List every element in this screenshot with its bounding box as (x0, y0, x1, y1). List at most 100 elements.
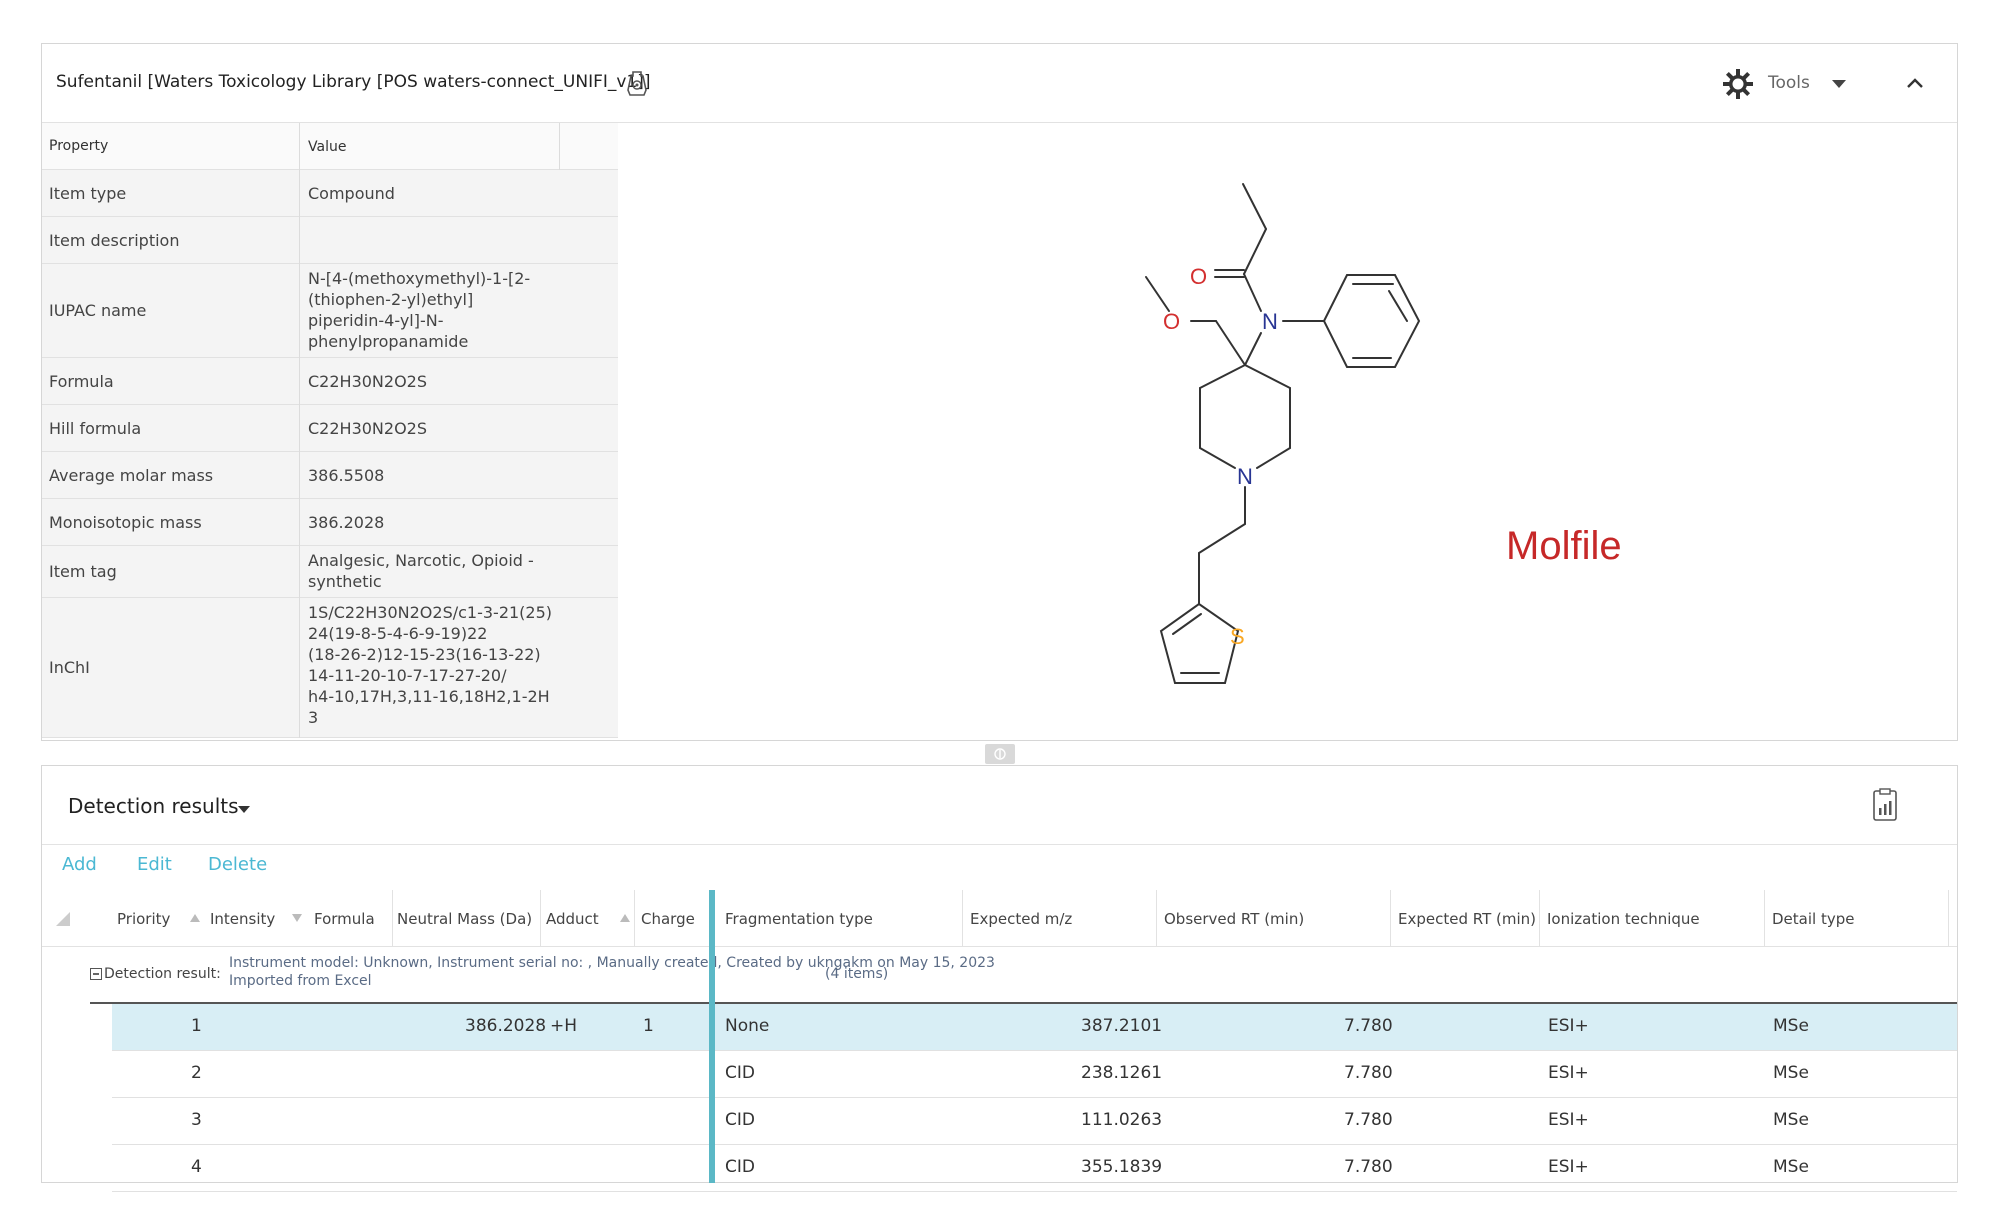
ionization-cell: ESI+ (1548, 1110, 1589, 1130)
oxygen-atom-label: O (1190, 264, 1207, 289)
edit-button[interactable]: Edit (137, 854, 172, 875)
ionization-cell: ESI+ (1548, 1063, 1589, 1083)
properties-header-row: Property Value (42, 123, 618, 170)
column-divider (1948, 890, 1949, 946)
sort-ascending-icon[interactable] (620, 914, 630, 922)
resize-handle-icon[interactable] (985, 744, 1015, 764)
property-key: Item description (49, 231, 180, 250)
table-row[interactable]: 2 CID 238.1261 7.780 ESI+ MSe (112, 1051, 1957, 1098)
sort-ascending-icon[interactable] (190, 914, 200, 922)
export-report-icon[interactable] (1872, 788, 1898, 822)
property-key: Monoisotopic mass (49, 513, 202, 532)
property-row-inchi: InChI 1S/C22H30N2O2S/c1-3-21(25) 24(19-8… (42, 598, 618, 738)
sort-descending-icon[interactable] (292, 914, 302, 922)
priority-cell: 1 (191, 1016, 202, 1036)
property-row-item-tag: Item tag Analgesic, Narcotic, Opioid - s… (42, 546, 618, 598)
property-row-item-description: Item description (42, 217, 618, 264)
charge-cell: 1 (643, 1016, 654, 1036)
nitrogen-atom-label: N (1237, 464, 1253, 489)
chevron-down-icon[interactable] (238, 806, 250, 813)
value-column-header[interactable]: Value (308, 137, 558, 158)
property-value: 1S/C22H30N2O2S/c1-3-21(25) 24(19-8-5-4-6… (308, 603, 553, 727)
property-row-monoisotopic-mass: Monoisotopic mass 386.2028 (42, 499, 618, 546)
chevron-down-icon[interactable] (1832, 80, 1846, 88)
fragmentation-type-cell: None (725, 1016, 770, 1036)
column-divider (1764, 890, 1765, 946)
neutral-mass-cell: 386.2028 (465, 1016, 547, 1036)
ionization-technique-column-header[interactable]: Ionization technique (1547, 910, 1700, 928)
compound-panel: Sufentanil [Waters Toxicology Library [P… (41, 43, 1958, 741)
compound-panel-header: Sufentanil [Waters Toxicology Library [P… (42, 44, 1957, 123)
adduct-cell: +H (550, 1016, 578, 1036)
property-key: Average molar mass (49, 466, 214, 485)
expected-rt-cell: 7.780 (1344, 1110, 1393, 1130)
select-all-icon[interactable] (56, 912, 70, 926)
detection-results-panel: Detection results Add Edit Delete Priori… (41, 765, 1959, 1192)
priority-cell: 2 (191, 1063, 202, 1083)
expected-mz-cell: 111.0263 (1081, 1110, 1163, 1130)
column-divider (299, 123, 300, 738)
ionization-cell: ESI+ (1548, 1016, 1589, 1036)
detail-type-cell: MSe (1773, 1063, 1809, 1083)
property-value: Analgesic, Narcotic, Opioid - synthetic (308, 551, 534, 591)
detection-results-title[interactable]: Detection results (68, 794, 239, 818)
priority-cell: 4 (191, 1157, 202, 1177)
delete-button[interactable]: Delete (208, 854, 267, 875)
column-divider (540, 890, 541, 946)
table-row[interactable]: 3 CID 111.0263 7.780 ESI+ MSe (112, 1098, 1957, 1145)
formula-column-header[interactable]: Formula (314, 910, 375, 928)
neutral-mass-column-header[interactable]: Neutral Mass (Da) (397, 910, 532, 928)
column-divider (634, 890, 635, 946)
property-row-item-type: Item type Compound (42, 170, 618, 217)
detail-type-cell: MSe (1773, 1157, 1809, 1177)
column-divider (392, 890, 393, 946)
expected-rt-cell: 7.780 (1344, 1016, 1393, 1036)
sulfur-atom-label: S (1230, 624, 1245, 649)
observed-rt-column-header[interactable]: Observed RT (min) (1164, 910, 1304, 928)
intensity-column-header[interactable]: Intensity (210, 910, 275, 928)
property-key: Formula (49, 372, 114, 391)
compound-title: Sufentanil [Waters Toxicology Library [P… (56, 72, 651, 92)
column-header-row: Priority Intensity Formula Neutral Mass … (42, 890, 1959, 946)
structure-diagram: O O N N S (1145, 183, 1421, 684)
property-column-header[interactable]: Property (49, 138, 108, 154)
property-value: N-[4-(methoxymethyl)-1-[2- (thiophen-2-y… (308, 269, 531, 351)
property-key: IUPAC name (49, 301, 147, 320)
adduct-column-header[interactable]: Adduct (546, 910, 599, 928)
molfile-label: Molfile (1506, 524, 1622, 568)
gear-icon[interactable] (1722, 68, 1754, 100)
nitrogen-atom-label: N (1262, 309, 1278, 334)
column-divider (559, 123, 560, 170)
fragmentation-type-column-header[interactable]: Fragmentation type (725, 910, 873, 928)
group-label: Detection result: (104, 966, 221, 982)
property-key: Item type (49, 184, 127, 203)
expected-mz-cell: 355.1839 (1081, 1157, 1163, 1177)
add-button[interactable]: Add (62, 854, 97, 875)
detection-result-group-row[interactable]: Detection result: Instrument model: Unkn… (90, 948, 1957, 1004)
chevron-up-icon[interactable] (1900, 68, 1930, 98)
property-key: InChI (49, 658, 90, 677)
expected-mz-column-header[interactable]: Expected m/z (970, 910, 1072, 928)
property-row-hill-formula: Hill formula C22H30N2O2S (42, 405, 618, 452)
expected-mz-cell: 387.2101 (1081, 1016, 1163, 1036)
priority-column-header[interactable]: Priority (117, 910, 170, 928)
divider (42, 946, 1957, 947)
reagent-icon[interactable] (622, 68, 652, 98)
oxygen-atom-label: O (1163, 309, 1180, 334)
ionization-cell: ESI+ (1548, 1157, 1589, 1177)
table-row[interactable]: 4 CID 355.1839 7.780 ESI+ MSe (112, 1145, 1957, 1192)
expected-rt-cell: 7.780 (1344, 1063, 1393, 1083)
tools-menu-label[interactable]: Tools (1768, 73, 1810, 93)
property-key: Item tag (49, 562, 117, 581)
column-divider (1156, 890, 1157, 946)
expected-rt-cell: 7.780 (1344, 1157, 1393, 1177)
property-row-iupac-name: IUPAC name N-[4-(methoxymethyl)-1-[2- (t… (42, 264, 618, 358)
expected-rt-column-header[interactable]: Expected RT (min) (1398, 910, 1536, 928)
table-row[interactable]: 1 386.2028 +H 1 None 387.2101 7.780 ESI+… (112, 1004, 1957, 1051)
fragmentation-type-cell: CID (725, 1110, 755, 1130)
detail-type-column-header[interactable]: Detail type (1772, 910, 1854, 928)
group-item-count: (4 items) (825, 966, 889, 982)
charge-column-header[interactable]: Charge (641, 910, 695, 928)
expand-collapse-icon[interactable] (90, 968, 102, 980)
property-value: C22H30N2O2S (308, 419, 427, 438)
